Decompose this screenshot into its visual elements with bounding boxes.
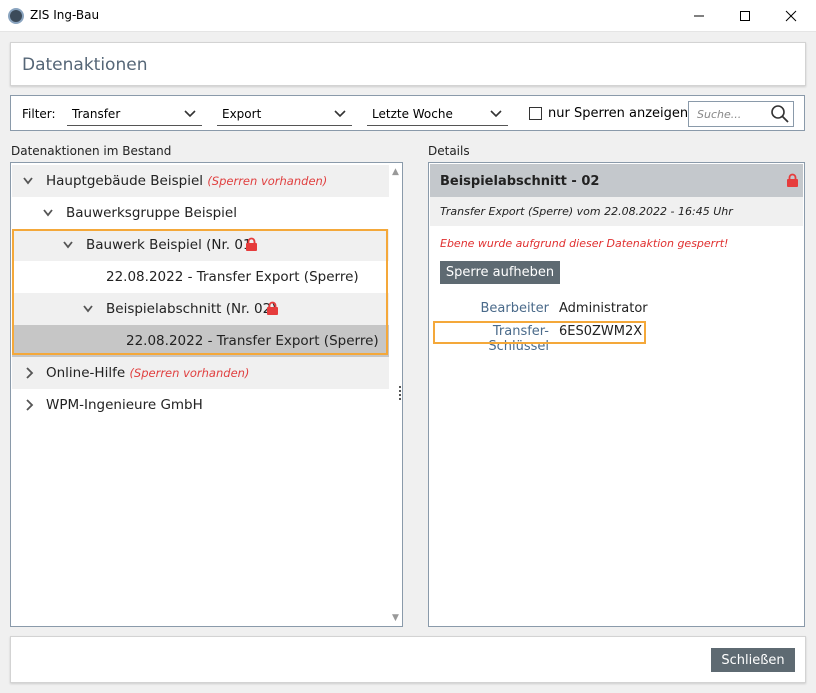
chevron-down-icon[interactable]: [43, 207, 53, 219]
filter-type-value: Transfer: [72, 107, 121, 121]
locks-note: (Sperren vorhanden): [129, 366, 250, 380]
field-value-bearbeiter: Administrator: [559, 301, 648, 316]
tree-item-label: WPM-Ingenieure GmbH: [46, 397, 203, 413]
tree-item-beispielabschnitt[interactable]: Beispielabschnitt (Nr. 02): [12, 293, 389, 325]
tree-item-label: Online-Hilfe (Sperren vorhanden): [46, 365, 250, 381]
locks-note: (Sperren vorhanden): [207, 174, 328, 188]
minimize-icon: [694, 15, 704, 17]
chevron-down-icon[interactable]: [63, 239, 73, 251]
locks-only-label: nur Sperren anzeigen: [548, 106, 689, 121]
details-section-label: Details: [428, 144, 470, 158]
close-icon: [785, 10, 797, 22]
page-title: Datenaktionen: [22, 55, 148, 75]
tree-item-label: Hauptgebäude Beispiel (Sperren vorhanden…: [46, 173, 328, 189]
close-window-button[interactable]: [768, 0, 814, 32]
transfer-key-highlight: [433, 321, 646, 344]
tree-item-transfer-1[interactable]: 22.08.2022 - Transfer Export (Sperre): [12, 261, 389, 293]
chevron-down-icon[interactable]: [83, 303, 93, 315]
scroll-up-arrow[interactable]: ▲: [392, 167, 399, 177]
details-header: Beispielabschnitt - 02: [430, 164, 803, 197]
search-input[interactable]: Suche...: [688, 101, 794, 127]
minimize-button[interactable]: [676, 0, 722, 32]
filter-period-value: Letzte Woche: [372, 107, 453, 121]
tree-section-label: Datenaktionen im Bestand: [11, 144, 172, 158]
details-panel: Beispielabschnitt - 02 Transfer Export (…: [428, 162, 805, 627]
maximize-icon: [740, 11, 750, 21]
panel-splitter[interactable]: [398, 386, 402, 402]
tree-item-hauptgebaeude[interactable]: Hauptgebäude Beispiel (Sperren vorhanden…: [12, 165, 389, 197]
details-subtitle-row: Transfer Export (Sperre) vom 22.08.2022 …: [430, 197, 803, 226]
tree-item-transfer-2[interactable]: 22.08.2022 - Transfer Export (Sperre): [12, 325, 389, 357]
details-title: Beispielabschnitt - 02: [440, 174, 600, 189]
tree-item-label: Beispielabschnitt (Nr. 02): [106, 301, 277, 317]
tree-item-bauwerksgruppe[interactable]: Bauwerksgruppe Beispiel: [12, 197, 389, 229]
lock-icon: [267, 301, 278, 315]
details-warning: Ebene wurde aufgrund dieser Datenaktion …: [440, 237, 729, 250]
filter-type-dropdown[interactable]: Transfer: [67, 102, 202, 126]
window-title: ZIS Ing-Bau: [30, 8, 100, 22]
filter-period-dropdown[interactable]: Letzte Woche: [367, 102, 508, 126]
title-bar: ZIS Ing-Bau: [0, 0, 816, 32]
scroll-down-arrow[interactable]: ▼: [392, 613, 399, 623]
tree-item-online-hilfe[interactable]: Online-Hilfe (Sperren vorhanden): [12, 357, 389, 389]
maximize-button[interactable]: [722, 0, 768, 32]
chevron-down-icon: [334, 110, 346, 118]
lock-icon: [246, 237, 257, 251]
search-placeholder: Suche...: [697, 108, 742, 121]
locks-only-checkbox[interactable]: [529, 107, 542, 120]
chevron-down-icon: [184, 110, 196, 118]
filter-bar: Filter: Transfer Export Letzte Woche nur…: [10, 95, 805, 131]
tree-item-bauwerk[interactable]: Bauwerk Beispiel (Nr. 01): [12, 229, 389, 261]
chevron-right-icon[interactable]: [24, 399, 34, 411]
chevron-down-icon: [490, 110, 502, 118]
lock-icon: [787, 173, 798, 187]
tree-item-label: Bauwerksgruppe Beispiel: [66, 205, 237, 221]
header-panel: Datenaktionen: [10, 42, 806, 86]
tree-panel: Hauptgebäude Beispiel (Sperren vorhanden…: [10, 162, 403, 627]
filter-label: Filter:: [22, 107, 56, 121]
filter-direction-dropdown[interactable]: Export: [217, 102, 352, 126]
field-key-bearbeiter: Bearbeiter: [480, 301, 549, 316]
close-button[interactable]: Schließen: [711, 648, 795, 672]
tree-item-label: 22.08.2022 - Transfer Export (Sperre): [106, 269, 359, 285]
tree-item-label: 22.08.2022 - Transfer Export (Sperre): [126, 333, 379, 349]
chevron-down-icon[interactable]: [23, 175, 33, 187]
details-subtitle: Transfer Export (Sperre) vom 22.08.2022 …: [440, 205, 733, 218]
tree-item-wpm[interactable]: WPM-Ingenieure GmbH: [12, 389, 389, 421]
tree-item-label: Bauwerk Beispiel (Nr. 01): [86, 237, 257, 253]
search-icon[interactable]: [770, 104, 790, 124]
filter-direction-value: Export: [222, 107, 262, 121]
unlock-button[interactable]: Sperre aufheben: [440, 261, 560, 284]
chevron-right-icon[interactable]: [24, 367, 34, 379]
app-icon: [8, 8, 24, 24]
footer-panel: Schließen: [10, 636, 806, 683]
